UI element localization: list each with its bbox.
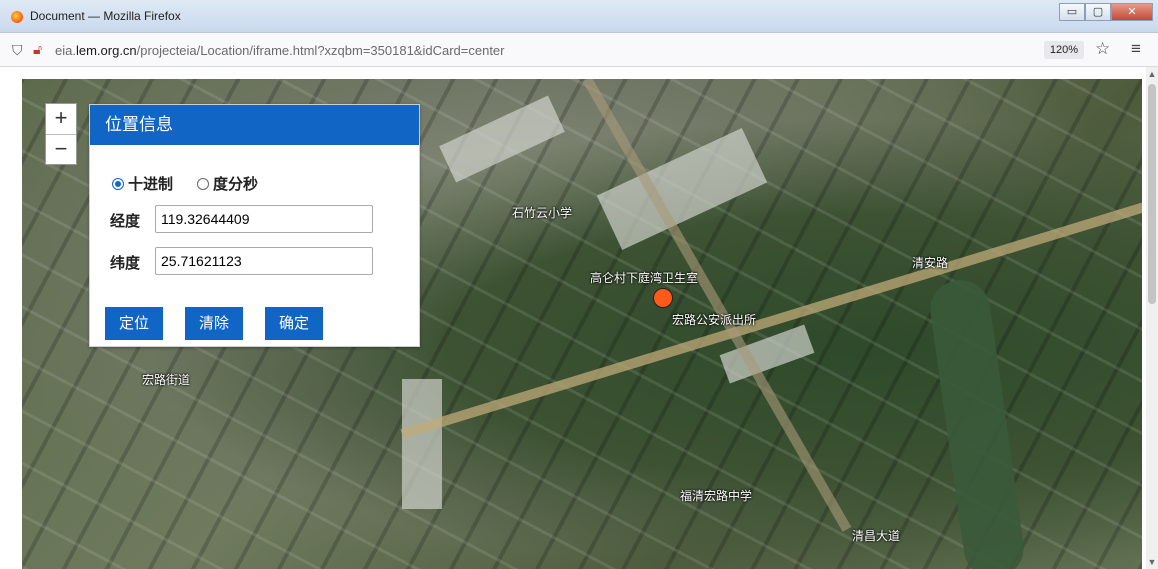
- map-label-school: 石竹云小学: [512, 206, 573, 220]
- window-titlebar: Document — Mozilla Firefox ▭ ▢ ✕: [0, 0, 1158, 33]
- map-label-avenue: 清昌大道: [852, 529, 901, 543]
- hamburger-menu-icon[interactable]: ≡: [1131, 39, 1141, 59]
- latitude-label: 纬度: [110, 255, 141, 272]
- window-controls: ▭ ▢ ✕: [1059, 3, 1153, 21]
- navigation-bar: ⛉ 🔓︎ eia.lem.org.cn/projecteia/Location/…: [0, 33, 1158, 67]
- confirm-button[interactable]: 确定: [265, 307, 323, 340]
- close-button[interactable]: ✕: [1111, 3, 1153, 21]
- maximize-button[interactable]: ▢: [1085, 3, 1111, 21]
- map-label-police: 宏路公安派出所: [672, 313, 757, 327]
- scroll-up-icon[interactable]: ▲: [1146, 69, 1158, 79]
- url-host: lem.org.cn: [75, 43, 137, 58]
- map-building: [439, 95, 565, 183]
- format-radio-group: 十进制 度分秒: [112, 173, 258, 194]
- map-zoom-control: + −: [45, 103, 77, 165]
- latitude-input[interactable]: [155, 247, 373, 275]
- bookmark-star-icon[interactable]: ☆: [1095, 39, 1110, 59]
- map-label-clinic: 高仑村下庭湾卫生室: [590, 271, 699, 285]
- tracking-shield-icon[interactable]: ⛉: [12, 42, 23, 59]
- radio-dms-label: 度分秒: [213, 176, 259, 193]
- panel-title: 位置信息: [90, 105, 419, 145]
- satellite-map[interactable]: 高仑村下庭湾卫生室 宏路公安派出所 石竹云小学 清安路 宏路街道 福清宏路中学 …: [22, 79, 1142, 569]
- longitude-input[interactable]: [155, 205, 373, 233]
- address-bar[interactable]: eia.lem.org.cn/projecteia/Location/ifram…: [55, 43, 505, 58]
- zoom-level-badge[interactable]: 120%: [1044, 41, 1084, 59]
- radio-decimal-label: 十进制: [128, 176, 174, 193]
- latitude-row: 纬度: [110, 247, 373, 275]
- map-river: [926, 276, 1028, 569]
- location-marker[interactable]: [653, 288, 673, 308]
- map-label-street: 宏路街道: [142, 373, 191, 387]
- url-prefix: eia.: [55, 43, 76, 58]
- longitude-row: 经度: [110, 205, 373, 233]
- zoom-in-button[interactable]: +: [46, 104, 76, 135]
- minimize-button[interactable]: ▭: [1059, 3, 1085, 21]
- map-label-middle-school: 福清宏路中学: [680, 489, 753, 503]
- radio-unchecked-icon[interactable]: [197, 177, 210, 190]
- panel-buttons: 定位 清除 确定: [105, 307, 323, 340]
- radio-checked-icon[interactable]: [112, 177, 124, 190]
- clear-button[interactable]: 清除: [185, 307, 243, 340]
- radio-dms[interactable]: 度分秒: [197, 173, 258, 194]
- map-building: [402, 379, 442, 509]
- page-content: 高仑村下庭湾卫生室 宏路公安派出所 石竹云小学 清安路 宏路街道 福清宏路中学 …: [0, 67, 1158, 569]
- location-info-panel: 位置信息 十进制 度分秒 经度 纬度 定位 清: [89, 104, 420, 347]
- map-label-road: 清安路: [912, 256, 949, 270]
- insecure-lock-icon[interactable]: 🔓︎: [33, 41, 42, 58]
- radio-decimal[interactable]: 十进制: [112, 173, 173, 194]
- scrollbar-thumb[interactable]: [1148, 84, 1156, 304]
- vertical-scrollbar[interactable]: ▲ ▼: [1146, 67, 1158, 569]
- url-path: /projecteia/Location/iframe.html?xzqbm=3…: [136, 43, 505, 58]
- locate-button[interactable]: 定位: [105, 307, 163, 340]
- firefox-logo-icon: [11, 11, 23, 23]
- longitude-label: 经度: [110, 213, 141, 230]
- scroll-down-icon[interactable]: ▼: [1146, 557, 1158, 567]
- window-title: Document — Mozilla Firefox: [30, 9, 181, 23]
- zoom-out-button[interactable]: −: [46, 135, 76, 165]
